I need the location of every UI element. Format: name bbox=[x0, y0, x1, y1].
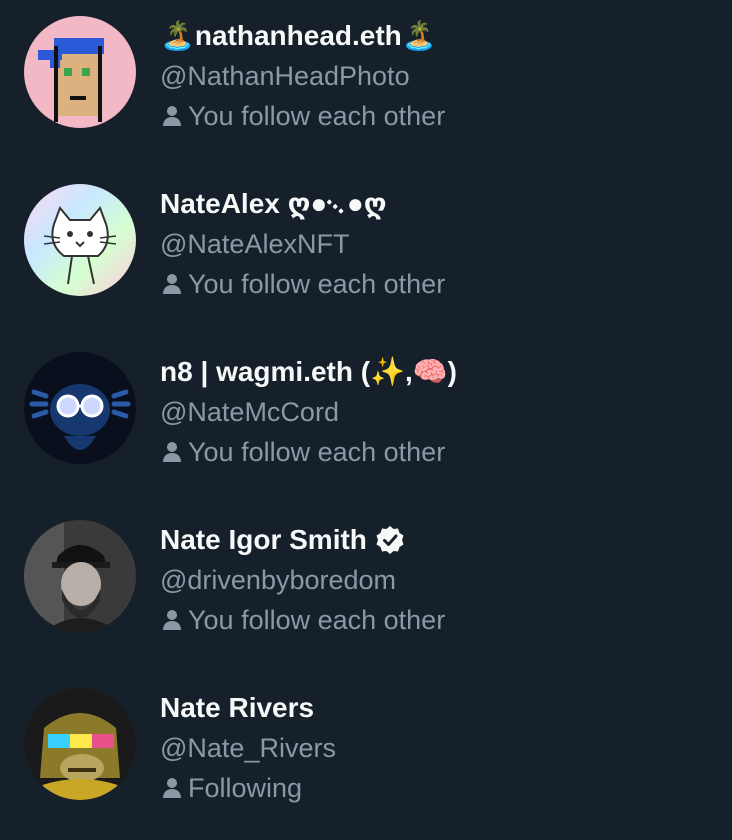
user-cell-natemccord[interactable]: n8 | wagmi.eth (✨, 🧠) @NateMcCord You fol… bbox=[0, 336, 732, 504]
person-icon bbox=[162, 273, 182, 295]
display-name[interactable]: Nate Igor Smith bbox=[160, 520, 712, 560]
display-name[interactable]: Nate Rivers bbox=[160, 688, 712, 728]
follow-status: You follow each other bbox=[160, 96, 712, 136]
brain-emoji-icon: 🧠 bbox=[412, 356, 448, 387]
avatar[interactable] bbox=[24, 184, 136, 296]
sparkles-emoji-icon: ✨ bbox=[370, 356, 405, 387]
verified-badge-icon bbox=[375, 525, 405, 555]
avatar[interactable] bbox=[24, 16, 136, 128]
axolotl-avatar-icon bbox=[24, 352, 136, 464]
holographic-cat-avatar-icon bbox=[24, 184, 136, 296]
avatar[interactable] bbox=[24, 688, 136, 800]
user-list: 🏝️ nathanhead.eth 🏝️ @NathanHeadPhoto You … bbox=[0, 0, 732, 834]
ape-avatar-icon bbox=[24, 688, 136, 800]
user-handle[interactable]: @Nate_Rivers bbox=[160, 728, 712, 768]
person-icon bbox=[162, 441, 182, 463]
user-handle[interactable]: @NateAlexNFT bbox=[160, 224, 712, 264]
avatar[interactable] bbox=[24, 352, 136, 464]
photo-avatar-icon bbox=[24, 520, 136, 632]
follow-status: You follow each other bbox=[160, 264, 712, 304]
avatar[interactable] bbox=[24, 520, 136, 632]
display-name[interactable]: n8 | wagmi.eth (✨, 🧠) bbox=[160, 352, 712, 392]
island-emoji-icon: 🏝️ bbox=[160, 20, 195, 51]
person-icon bbox=[162, 777, 182, 799]
user-cell-nate-rivers[interactable]: Nate Rivers @Nate_Rivers Following bbox=[0, 672, 732, 840]
user-handle[interactable]: @NathanHeadPhoto bbox=[160, 56, 712, 96]
display-name[interactable]: NateAlex ღ●᨞●ღ bbox=[160, 184, 712, 224]
follow-status: You follow each other bbox=[160, 432, 712, 472]
user-handle[interactable]: @NateMcCord bbox=[160, 392, 712, 432]
user-handle[interactable]: @drivenbyboredom bbox=[160, 560, 712, 600]
display-name[interactable]: 🏝️ nathanhead.eth 🏝️ bbox=[160, 16, 712, 56]
island-emoji-icon: 🏝️ bbox=[401, 20, 437, 51]
user-cell-natealex[interactable]: NateAlex ღ●᨞●ღ @NateAlexNFT You follow e… bbox=[0, 168, 732, 336]
person-icon bbox=[162, 105, 182, 127]
cryptopunk-avatar-icon bbox=[24, 16, 136, 128]
follow-status: Following bbox=[160, 768, 712, 808]
follow-status: You follow each other bbox=[160, 600, 712, 640]
person-icon bbox=[162, 609, 182, 631]
user-cell-drivenbyboredom[interactable]: Nate Igor Smith @drivenbyboredom You fol… bbox=[0, 504, 732, 672]
user-cell-nathanhead[interactable]: 🏝️ nathanhead.eth 🏝️ @NathanHeadPhoto You … bbox=[0, 0, 732, 168]
